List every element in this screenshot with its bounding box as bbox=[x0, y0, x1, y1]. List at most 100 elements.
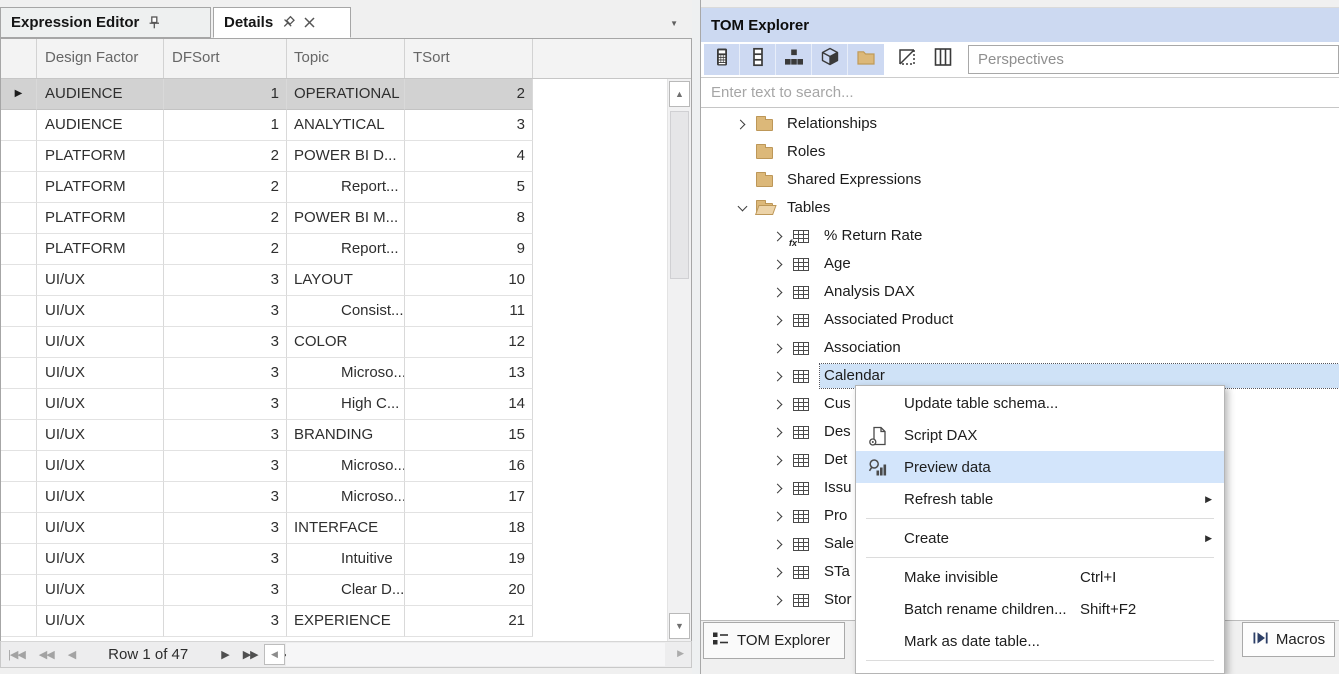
chevron-right-icon[interactable] bbox=[772, 565, 786, 579]
tree-item-label[interactable]: Roles bbox=[783, 140, 829, 164]
scrollbar-thumb[interactable] bbox=[670, 111, 689, 279]
tree-item-tables[interactable]: Tables bbox=[701, 194, 1339, 222]
macros-button[interactable]: Macros bbox=[1242, 622, 1335, 657]
tree-item-label[interactable]: Issu bbox=[820, 476, 856, 500]
cell-tsort[interactable]: 9 bbox=[405, 234, 533, 265]
tree-item-label[interactable]: Sale bbox=[820, 532, 858, 556]
cell-design-factor[interactable]: PLATFORM bbox=[37, 141, 164, 172]
cell-design-factor[interactable]: UI/UX bbox=[37, 420, 164, 451]
cell-design-factor[interactable]: PLATFORM bbox=[37, 172, 164, 203]
vertical-scrollbar[interactable]: ▲ ▼ bbox=[667, 79, 691, 641]
cell-dfsort[interactable]: 3 bbox=[164, 327, 287, 358]
cell-design-factor[interactable]: UI/UX bbox=[37, 606, 164, 637]
cell-topic[interactable]: Clear D... bbox=[287, 575, 405, 606]
tree-item-roles[interactable]: Roles bbox=[701, 138, 1339, 166]
cell-topic[interactable]: Intuitive bbox=[287, 544, 405, 575]
cell-tsort[interactable]: 11 bbox=[405, 296, 533, 327]
chevron-right-icon[interactable] bbox=[772, 257, 786, 271]
cell-topic[interactable]: Microso... bbox=[287, 482, 405, 513]
tree-item-label[interactable]: Analysis DAX bbox=[820, 280, 919, 304]
tree-item-label[interactable]: Shared Expressions bbox=[783, 168, 925, 192]
chevron-right-icon[interactable] bbox=[772, 341, 786, 355]
menu-item-mark-as-date-table[interactable]: Mark as date table... bbox=[856, 625, 1224, 657]
cell-topic[interactable]: Microso... bbox=[287, 358, 405, 389]
scroll-down-button[interactable]: ▼ bbox=[669, 613, 690, 639]
table-row[interactable]: PLATFORM 2 Report... 5 bbox=[1, 172, 667, 203]
chevron-right-icon[interactable] bbox=[772, 481, 786, 495]
cell-design-factor[interactable]: UI/UX bbox=[37, 265, 164, 296]
tree-item-label[interactable]: Tables bbox=[783, 196, 834, 220]
tree-item-age[interactable]: Age bbox=[701, 250, 1339, 278]
cell-design-factor[interactable]: PLATFORM bbox=[37, 203, 164, 234]
cell-dfsort[interactable]: 2 bbox=[164, 172, 287, 203]
table-row[interactable]: UI/UX 3 EXPERIENCE 21 bbox=[1, 606, 667, 637]
table-row[interactable]: UI/UX 3 Microso... 13 bbox=[1, 358, 667, 389]
pin-icon[interactable] bbox=[280, 13, 298, 31]
cell-design-factor[interactable]: AUDIENCE bbox=[37, 110, 164, 141]
nav-prev-button[interactable]: ◀ bbox=[68, 648, 75, 661]
close-icon[interactable] bbox=[304, 17, 315, 28]
tree-item-label[interactable]: % Return Rate bbox=[820, 224, 926, 248]
cell-design-factor[interactable]: UI/UX bbox=[37, 327, 164, 358]
cell-tsort[interactable]: 19 bbox=[405, 544, 533, 575]
chevron-right-icon[interactable] bbox=[772, 285, 786, 299]
pin-icon[interactable] bbox=[148, 16, 161, 29]
cell-design-factor[interactable]: UI/UX bbox=[37, 296, 164, 327]
table-row[interactable]: UI/UX 3 Microso... 17 bbox=[1, 482, 667, 513]
cell-tsort[interactable]: 2 bbox=[405, 79, 533, 110]
column-header-dfsort[interactable]: DFSort bbox=[164, 39, 287, 78]
tree-item-label[interactable]: Det bbox=[820, 448, 851, 472]
cell-topic[interactable]: Microso... bbox=[287, 451, 405, 482]
chevron-right-icon[interactable] bbox=[772, 593, 786, 607]
show-partitions-button[interactable] bbox=[812, 44, 848, 75]
table-row[interactable]: UI/UX 3 INTERFACE 18 bbox=[1, 513, 667, 544]
show-perspectives-button[interactable] bbox=[925, 44, 961, 75]
cell-topic[interactable]: High C... bbox=[287, 389, 405, 420]
menu-item-create[interactable]: Create ▶ bbox=[856, 522, 1224, 554]
tree-item-label[interactable]: Des bbox=[820, 420, 855, 444]
table-row[interactable]: UI/UX 3 Consist... 11 bbox=[1, 296, 667, 327]
tree-item-label[interactable]: STa bbox=[820, 560, 854, 584]
cell-dfsort[interactable]: 1 bbox=[164, 110, 287, 141]
cell-design-factor[interactable]: UI/UX bbox=[37, 451, 164, 482]
table-row[interactable]: UI/UX 3 Clear D... 20 bbox=[1, 575, 667, 606]
chevron-right-icon[interactable] bbox=[735, 117, 749, 131]
cell-tsort[interactable]: 3 bbox=[405, 110, 533, 141]
cell-topic[interactable]: POWER BI M... bbox=[287, 203, 405, 234]
chevron-down-icon[interactable] bbox=[735, 201, 749, 215]
menu-item-script-dax[interactable]: Script DAX bbox=[856, 419, 1224, 451]
cell-topic[interactable]: LAYOUT bbox=[287, 265, 405, 296]
table-row[interactable]: UI/UX 3 COLOR 12 bbox=[1, 327, 667, 358]
cell-topic[interactable]: COLOR bbox=[287, 327, 405, 358]
cell-topic[interactable]: POWER BI D... bbox=[287, 141, 405, 172]
cell-tsort[interactable]: 13 bbox=[405, 358, 533, 389]
tree-item-label[interactable]: Associated Product bbox=[820, 308, 957, 332]
table-row[interactable]: PLATFORM 2 POWER BI D... 4 bbox=[1, 141, 667, 172]
nav-prev-page-button[interactable]: ◀◀ bbox=[39, 648, 54, 661]
tom-explorer-bottom-tab[interactable]: TOM Explorer bbox=[703, 622, 845, 659]
cell-design-factor[interactable]: UI/UX bbox=[37, 575, 164, 606]
menu-item-update-table-schema[interactable]: Update table schema... bbox=[856, 387, 1224, 419]
cell-topic[interactable]: Report... bbox=[287, 234, 405, 265]
cell-topic[interactable]: INTERFACE bbox=[287, 513, 405, 544]
cell-dfsort[interactable]: 3 bbox=[164, 420, 287, 451]
chevron-right-icon[interactable] bbox=[772, 369, 786, 383]
tree-item-association[interactable]: Association bbox=[701, 334, 1339, 362]
chevron-right-icon[interactable] bbox=[772, 229, 786, 243]
cell-tsort[interactable]: 14 bbox=[405, 389, 533, 420]
scroll-right-button[interactable]: ▶ bbox=[677, 648, 684, 659]
cell-tsort[interactable]: 21 bbox=[405, 606, 533, 637]
cell-dfsort[interactable]: 3 bbox=[164, 358, 287, 389]
cell-dfsort[interactable]: 3 bbox=[164, 482, 287, 513]
cell-tsort[interactable]: 17 bbox=[405, 482, 533, 513]
cell-dfsort[interactable]: 3 bbox=[164, 296, 287, 327]
cell-tsort[interactable]: 20 bbox=[405, 575, 533, 606]
cell-dfsort[interactable]: 3 bbox=[164, 575, 287, 606]
table-row[interactable]: PLATFORM 2 POWER BI M... 8 bbox=[1, 203, 667, 234]
cell-tsort[interactable]: 4 bbox=[405, 141, 533, 172]
column-header-topic[interactable]: Topic bbox=[287, 39, 405, 78]
tree-item-label[interactable]: Pro bbox=[820, 504, 851, 528]
show-measures-button[interactable] bbox=[704, 44, 740, 75]
table-row[interactable]: ▶ AUDIENCE 1 OPERATIONAL 2 bbox=[1, 79, 667, 110]
tree-item-relationships[interactable]: Relationships bbox=[701, 110, 1339, 138]
